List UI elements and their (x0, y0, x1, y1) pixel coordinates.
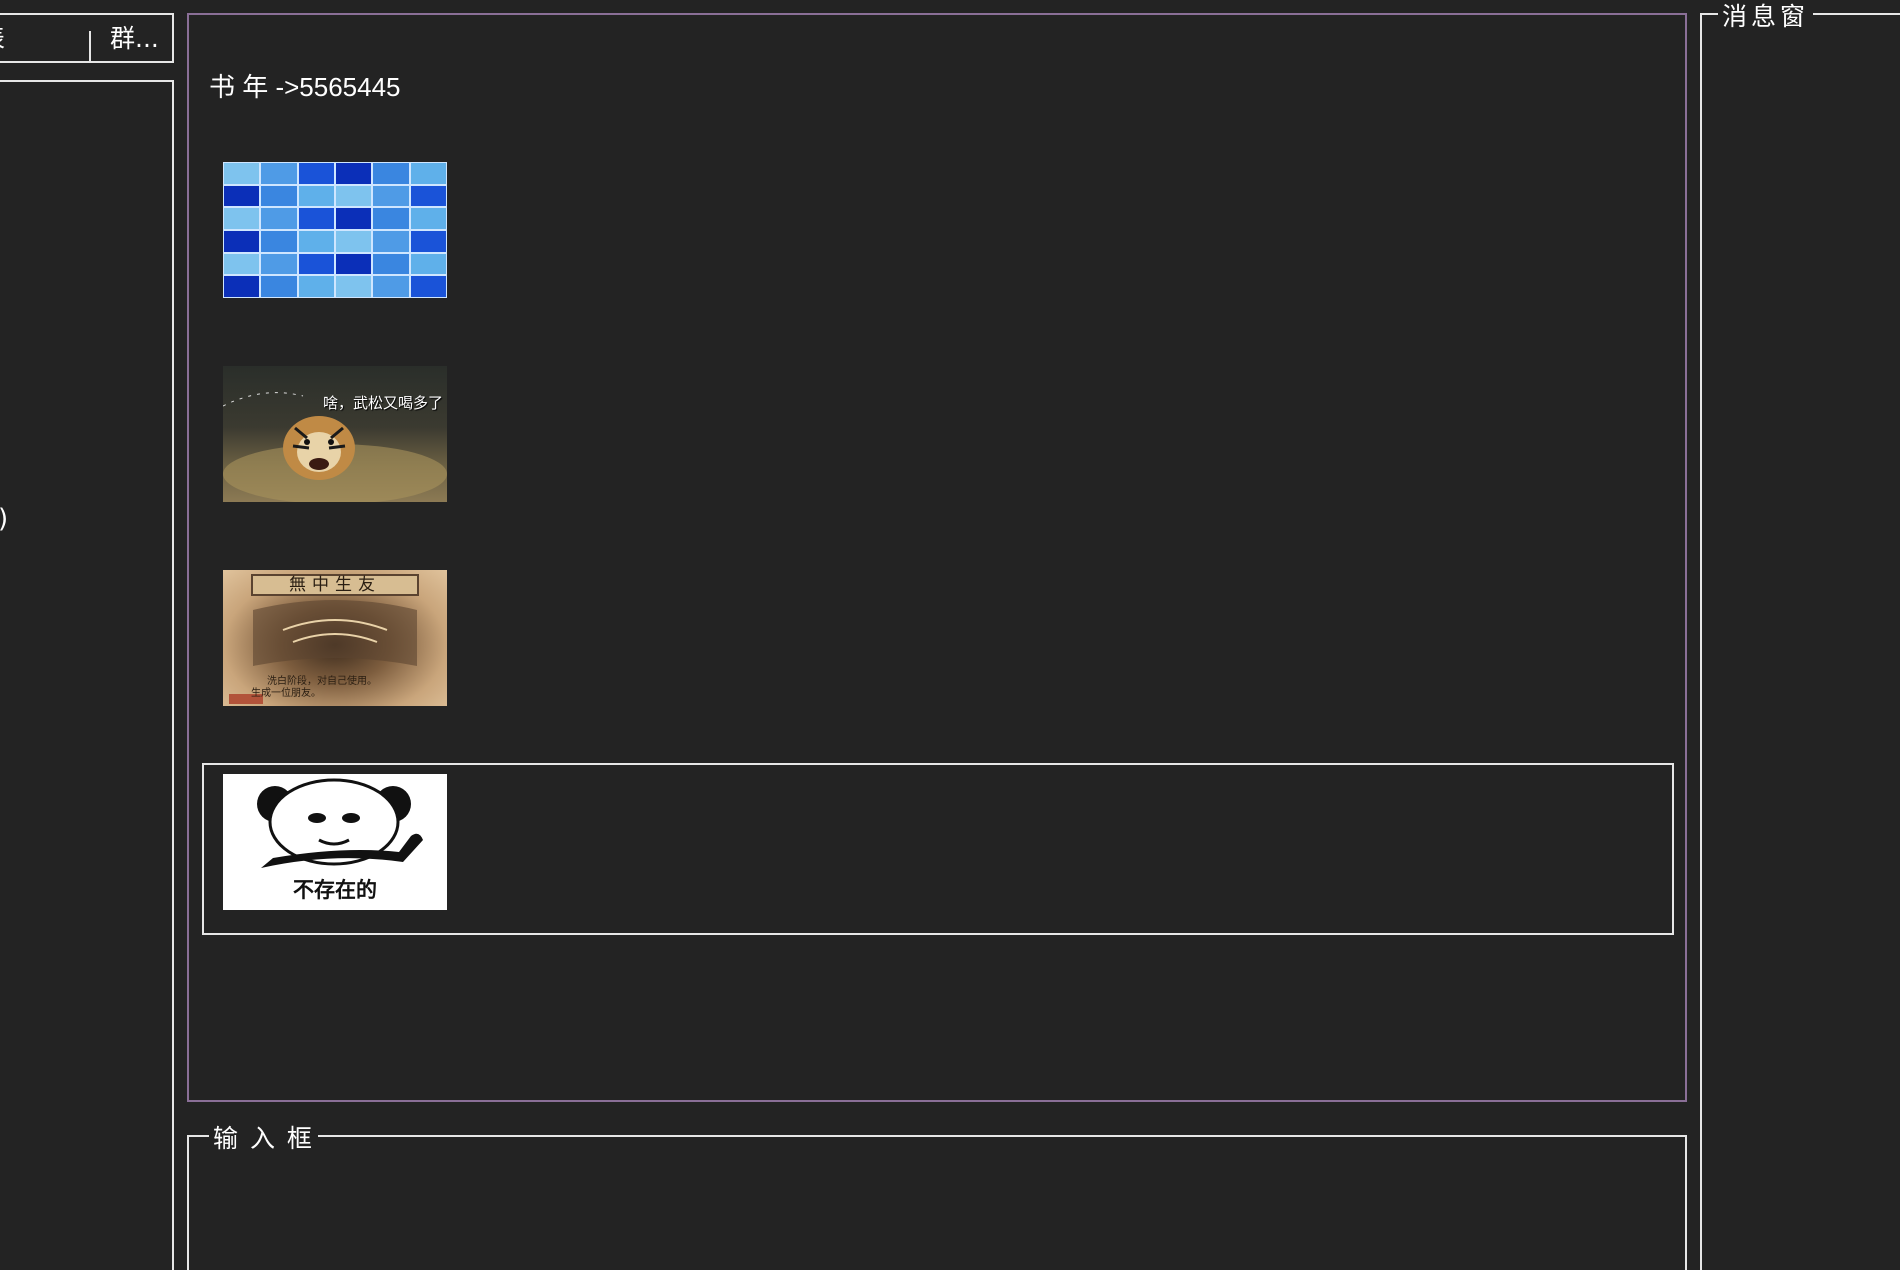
tile (298, 276, 334, 297)
message-window-label: 消息窗 (1718, 0, 1814, 33)
tile (335, 185, 372, 207)
tab-groups[interactable]: 群... (110, 15, 159, 63)
tile (373, 230, 409, 252)
card-title: 無中生友 (251, 574, 419, 596)
tile (335, 230, 372, 252)
card-text-line-2: 生成一位朋友。 (251, 688, 321, 699)
tile (373, 208, 409, 229)
tile (410, 276, 446, 297)
tile (335, 163, 372, 184)
tiger-caption: 啥，武松又喝多了 (322, 394, 443, 412)
tile (224, 276, 260, 297)
panda-meme-image[interactable]: 不存在的 (223, 774, 447, 910)
tab-divider (89, 31, 91, 63)
input-box[interactable]: 输 入 框 (187, 1119, 1687, 1270)
tile (373, 185, 409, 207)
tile (335, 276, 372, 297)
chat-history-panel[interactable]: 书 年 ->5565445 啥，武松又喝多了 無中生友 洗白阶段，对自己使用。 … (187, 13, 1687, 1102)
parchment-card-image[interactable]: 無中生友 洗白阶段，对自己使用。 生成一位朋友。 (223, 570, 447, 706)
tile (335, 253, 372, 275)
tiger-meme-image[interactable]: 啥，武松又喝多了 (223, 366, 447, 502)
tile (224, 185, 260, 207)
tile (410, 185, 446, 207)
message-window-panel[interactable]: 消息窗 (1700, 0, 1900, 1270)
tile (224, 230, 260, 252)
tile (298, 230, 334, 252)
app-window: 表 群... ) 书 年 ->5565445 啥，武松又喝多 (0, 0, 1900, 1270)
blue-tiles-image[interactable] (223, 162, 447, 298)
tile (261, 208, 297, 229)
tile (373, 163, 409, 184)
list-item-fragment[interactable]: ) (0, 504, 8, 534)
tile (410, 163, 446, 184)
tile (335, 208, 372, 229)
tile (298, 185, 334, 207)
panda-caption: 不存在的 (293, 878, 377, 902)
tile (261, 230, 297, 252)
tile (298, 253, 334, 275)
tile (261, 185, 297, 207)
tiles-grid (223, 162, 447, 298)
contact-list-panel[interactable]: ) (0, 80, 174, 1270)
tile (298, 208, 334, 229)
tile (261, 253, 297, 275)
message-sender-line: 书 年 ->5565445 (209, 72, 401, 102)
tile (373, 253, 409, 275)
tile (410, 230, 446, 252)
input-box-label: 输 入 框 (209, 1119, 318, 1155)
tile (373, 276, 409, 297)
tile (298, 163, 334, 184)
tile (224, 208, 260, 229)
tab-contacts[interactable]: 表 (0, 15, 90, 63)
tile (224, 253, 260, 275)
left-tab-bar: 表 群... (0, 13, 174, 63)
tile (261, 163, 297, 184)
tiger-illustration (223, 392, 447, 502)
tile (224, 163, 260, 184)
tile (410, 208, 446, 229)
tile (410, 253, 446, 275)
tile (261, 276, 297, 297)
